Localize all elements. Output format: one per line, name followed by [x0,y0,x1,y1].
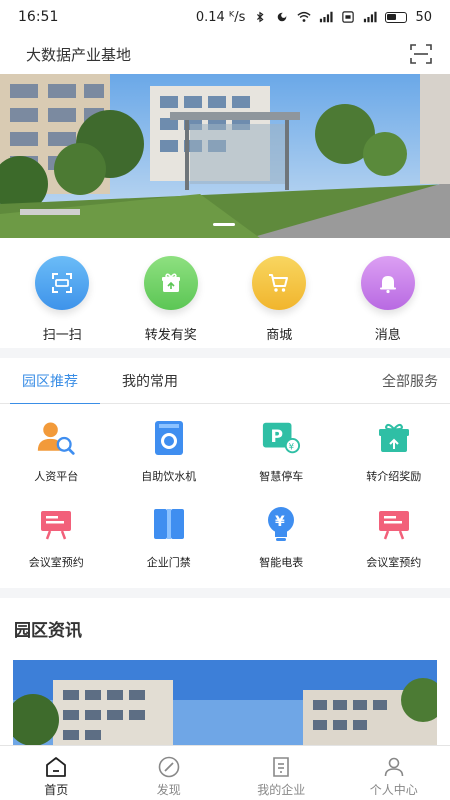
scan-frame-icon[interactable] [410,43,432,65]
banner-carousel[interactable] [0,74,450,238]
hd-icon [342,11,355,23]
person-search-icon [36,418,76,458]
user-icon [384,757,404,777]
signal-icon [320,11,334,23]
bell-icon [360,256,415,310]
app-header: 大数据产业基地 [0,34,450,74]
compass-icon [158,756,180,778]
service-label: 转介绍奖励 [366,470,422,483]
nav-my-company[interactable]: 我的企业 [225,746,338,800]
service-label: 智能电表 [259,556,304,569]
bottom-navigation: 首页 发现 我的企业 个人中心 [0,745,450,800]
services-grid: 人资平台 自助饮水机 P ¥ 智慧停车 转介绍奖励 会议室预约 企业门禁 ¥ 智… [0,404,450,588]
wifi-icon [297,11,312,22]
battery-level: 50 [415,9,432,25]
scan-icon [35,256,90,310]
all-services-link[interactable]: 全部服务 [382,371,450,391]
quick-actions: 扫一扫 转发有奖 商城 消息 [0,238,450,348]
door-access-icon [149,504,189,544]
quick-label: 消息 [374,328,401,343]
news-section-header: 园区资讯 [0,598,450,658]
svg-text:P: P [271,427,284,447]
status-time: 16:51 [18,9,59,25]
nav-profile[interactable]: 个人中心 [338,746,450,800]
banner-image [0,74,450,238]
company-doc-icon [273,757,290,777]
service-tabs: 园区推荐 我的常用 全部服务 [0,358,450,405]
bluetooth-icon [257,11,264,23]
nav-label: 首页 [44,783,69,797]
gift-icon [143,256,198,310]
service-door-access[interactable]: 企业门禁 [113,504,226,590]
presentation-icon [374,504,414,544]
dnd-moon-icon [278,12,287,22]
service-label: 会议室预约 [28,556,84,569]
news-image [13,660,437,746]
quick-scan[interactable]: 扫一扫 [12,256,112,348]
service-label: 会议室预约 [366,556,422,569]
battery-icon [385,11,408,23]
news-section-title: 园区资讯 [14,620,82,641]
service-smart-parking[interactable]: P ¥ 智慧停车 [225,418,338,504]
cart-icon [252,256,307,310]
service-referral-reward[interactable]: 转介绍奖励 [338,418,450,504]
nav-home[interactable]: 首页 [0,746,113,800]
section-divider [0,588,450,598]
home-icon [46,757,67,777]
nav-discover[interactable]: 发现 [113,746,226,800]
section-divider [0,348,450,358]
header-title: 大数据产业基地 [26,45,132,64]
status-icons: 0.14 ᴷ/s 50 [196,10,432,25]
service-label: 企业门禁 [146,556,191,569]
service-label: 自助饮水机 [141,470,197,483]
service-label: 智慧停车 [259,470,304,483]
service-water-dispenser[interactable]: 自助饮水机 [113,418,226,504]
quick-message[interactable]: 消息 [338,256,438,348]
carousel-indicator [213,223,235,226]
tab-my-frequent[interactable]: 我的常用 [100,358,200,404]
service-meeting-room[interactable]: 会议室预约 [0,504,113,590]
quick-share-reward[interactable]: 转发有奖 [121,256,221,348]
parking-icon: P ¥ [261,418,301,458]
nav-label: 发现 [156,783,181,797]
status-bar: 16:51 0.14 ᴷ/s 50 [0,0,450,34]
svg-text:¥: ¥ [289,442,295,452]
quick-label: 商城 [266,328,293,343]
presentation-icon [36,504,76,544]
service-hr-platform[interactable]: 人资平台 [0,418,113,504]
quick-label: 转发有奖 [144,328,197,343]
svg-text:¥: ¥ [275,514,285,530]
network-speed: 0.14 ᴷ/s [195,9,246,25]
tab-park-recommend[interactable]: 园区推荐 [0,358,100,405]
water-dispenser-icon [149,418,189,458]
quick-label: 扫一扫 [42,328,82,343]
signal-icon-2 [364,11,378,23]
service-smart-meter[interactable]: ¥ 智能电表 [225,504,338,590]
gift-reward-icon [374,418,414,458]
nav-label: 个人中心 [369,783,418,797]
news-card[interactable] [13,660,437,746]
service-label: 人资平台 [34,470,79,483]
nav-label: 我的企业 [257,783,306,797]
bulb-meter-icon: ¥ [261,504,301,544]
app-screen: 16:51 0.14 ᴷ/s 50 大数据产业基地 扫一扫 转发有奖 商城 消息… [0,0,450,800]
quick-mall[interactable]: 商城 [229,256,329,348]
service-meeting-room-2[interactable]: 会议室预约 [338,504,450,590]
